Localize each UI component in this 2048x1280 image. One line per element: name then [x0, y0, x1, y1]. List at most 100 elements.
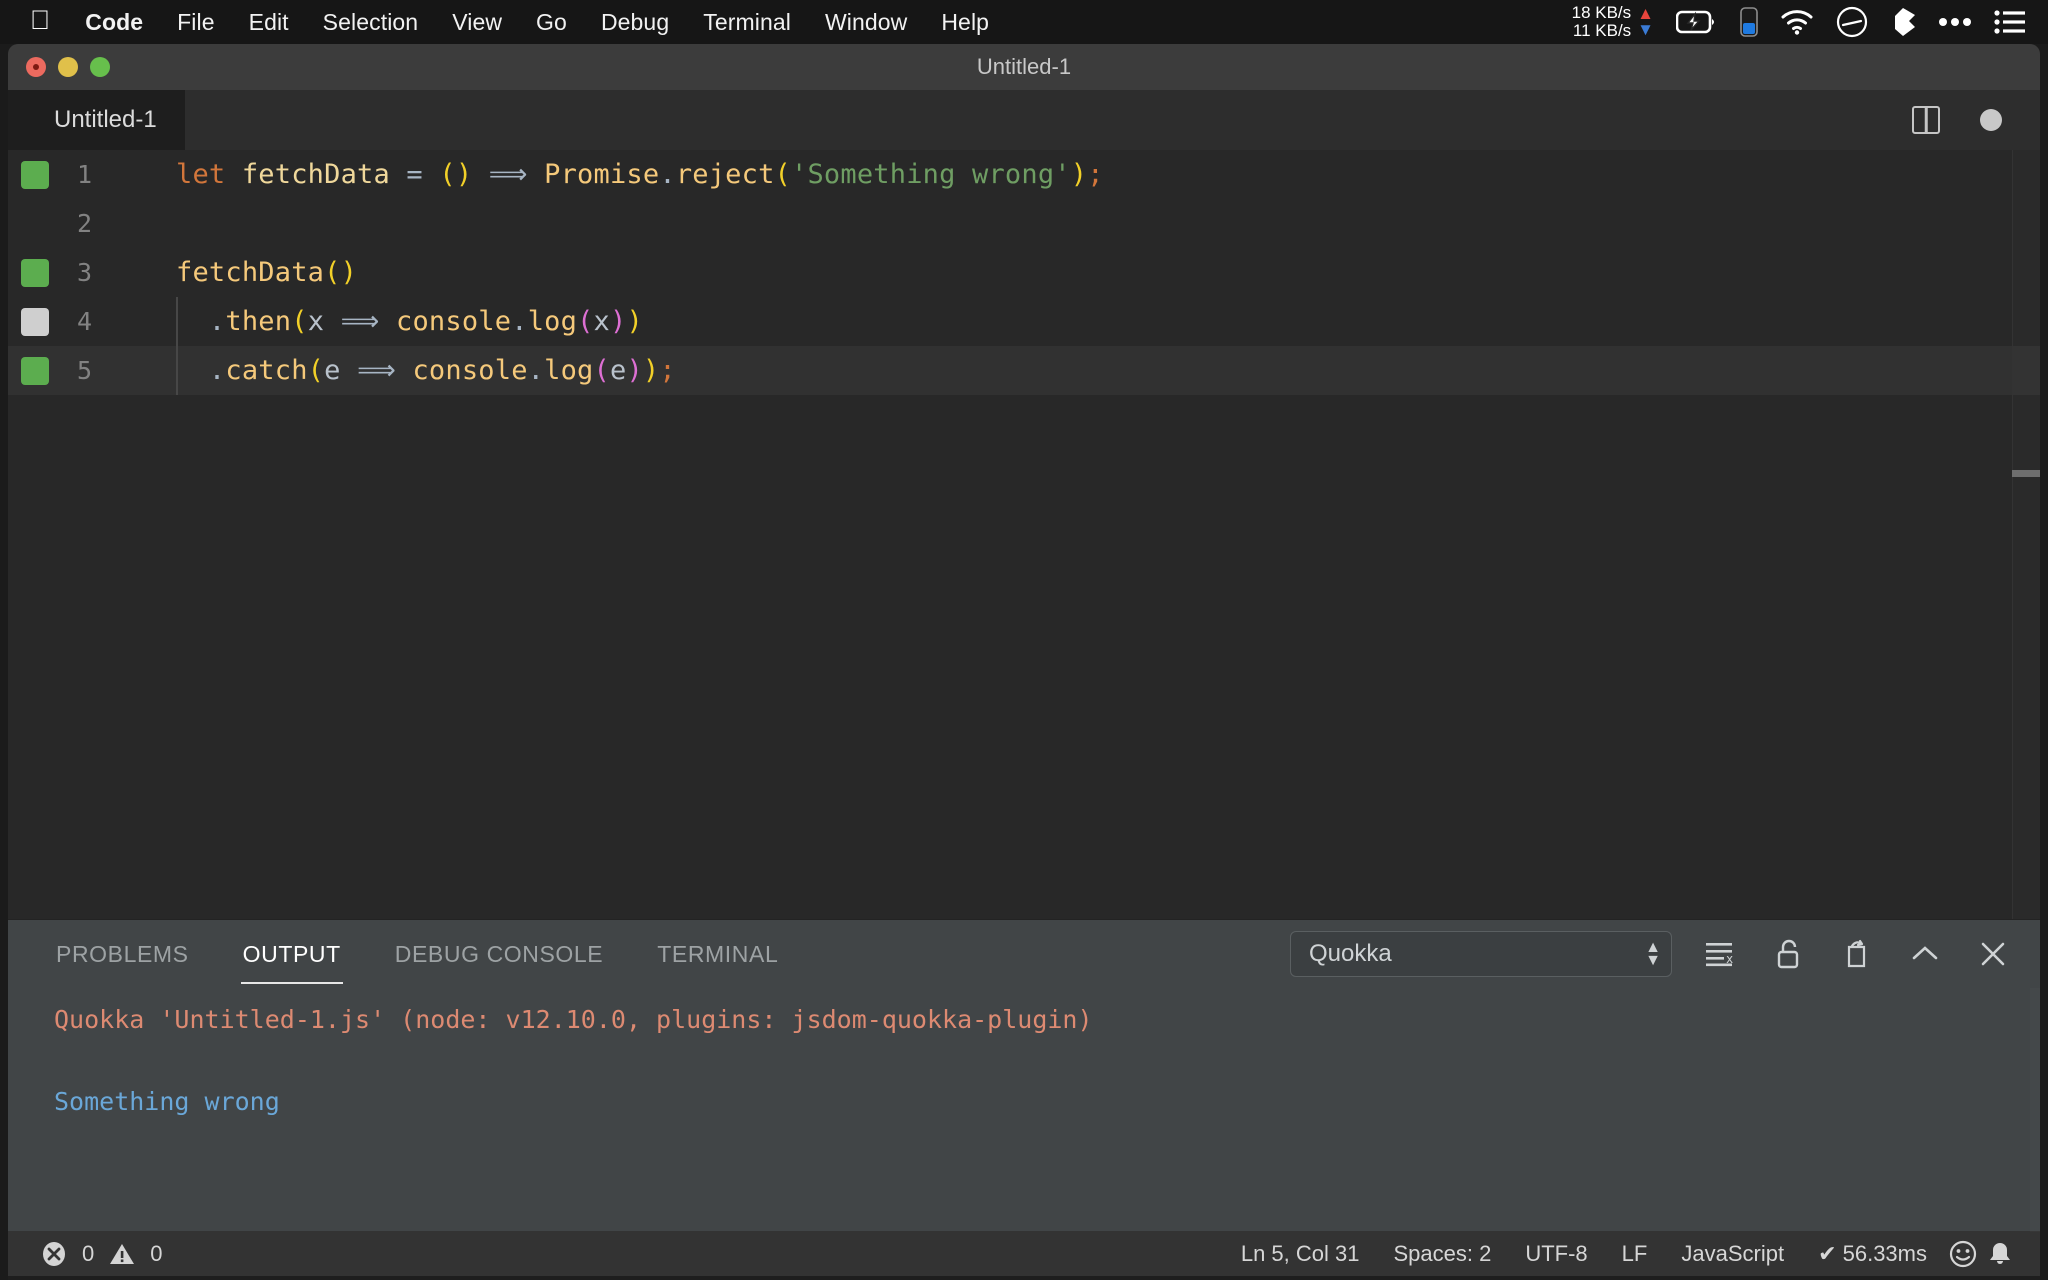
chevron-stepper-icon: ▲ ▼ [1645, 938, 1661, 969]
menu-item-help[interactable]: Help [924, 9, 1006, 36]
code-token: ) [642, 355, 660, 386]
output-channel-select[interactable]: Quokka ▲ ▼ [1290, 931, 1672, 977]
code-token: fetchData [176, 257, 325, 288]
phone-battery-icon[interactable] [1740, 7, 1758, 37]
code-line[interactable]: 5 .catch(e ⟹ console.log(e)); [8, 346, 2040, 395]
line-number: 2 [76, 209, 92, 238]
status-bar: 0 0 Ln 5, Col 31 Spaces: 2 UTF-8 LF Java… [8, 1231, 2040, 1276]
code-token: . [511, 306, 528, 337]
code-lines: 1 let fetchData = () ⟹ Promise.reject('So… [8, 150, 2040, 395]
tab-problems[interactable]: PROBLEMS [54, 933, 191, 976]
code-line-text: .catch(e ⟹ console.log(e)); [118, 355, 676, 386]
code-line[interactable]: 1 let fetchData = () ⟹ Promise.reject('So… [8, 150, 2040, 199]
editor-tab-untitled-1[interactable]: Untitled-1 [8, 90, 185, 150]
speedometer-icon[interactable] [1836, 6, 1868, 38]
indentation-setting[interactable]: Spaces: 2 [1376, 1241, 1508, 1267]
menu-item-edit[interactable]: Edit [232, 9, 306, 36]
lock-scroll-icon[interactable] [1770, 935, 1808, 973]
code-editor[interactable]: 1 let fetchData = () ⟹ Promise.reject('So… [8, 150, 2040, 919]
download-speed: 11 KB/s [1572, 21, 1632, 40]
smiley-icon[interactable] [1944, 1240, 1982, 1268]
code-line-text: .then(x ⟹ console.log(x)) [118, 306, 643, 337]
split-editor-icon[interactable] [1912, 106, 1940, 134]
error-circle-icon[interactable] [36, 1241, 72, 1267]
dropbox-icon[interactable] [1890, 7, 1916, 37]
code-token: . [208, 355, 226, 386]
code-token: then [225, 306, 292, 337]
menu-item-terminal[interactable]: Terminal [686, 9, 808, 36]
code-token: catch [225, 355, 308, 386]
quokka-run-time[interactable]: ✔ 56.33ms [1801, 1241, 1944, 1267]
code-token: . [208, 306, 226, 337]
editor-actions [1912, 106, 2040, 134]
tab-terminal[interactable]: TERMINAL [655, 933, 780, 976]
error-count[interactable]: 0 [82, 1241, 94, 1267]
code-token: ; [659, 355, 676, 386]
panel-header: PROBLEMS OUTPUT DEBUG CONSOLE TERMINAL Q… [8, 920, 2040, 988]
close-panel-icon[interactable] [1974, 935, 2012, 973]
battery-charging-icon[interactable] [1676, 10, 1718, 34]
code-token: log [527, 306, 578, 337]
coverage-indicator-square[interactable] [21, 356, 49, 385]
warning-triangle-icon[interactable] [104, 1241, 140, 1267]
menu-item-window[interactable]: Window [808, 9, 924, 36]
wifi-icon[interactable] [1780, 9, 1814, 35]
code-token: fetchData [241, 159, 390, 190]
language-mode[interactable]: JavaScript [1664, 1241, 1801, 1267]
menu-item-code[interactable]: Code [68, 9, 160, 36]
menu-item-file[interactable]: File [160, 9, 231, 36]
panel-scrollbar[interactable] [2030, 988, 2040, 1232]
menu-item-view[interactable]: View [435, 9, 519, 36]
scrollbar-thumb[interactable] [2012, 470, 2040, 477]
coverage-indicator-square[interactable] [21, 160, 49, 189]
menu-item-go[interactable]: Go [519, 9, 584, 36]
code-token: ⟹ [340, 306, 380, 337]
code-line[interactable]: 2 [8, 199, 2040, 248]
code-token: ) [626, 355, 643, 386]
code-token: . [527, 355, 545, 386]
editor-vertical-scrollbar[interactable] [2012, 150, 2040, 919]
code-token: ) [626, 306, 643, 337]
network-speed-indicator[interactable]: 18 KB/s 11 KB/s ▲ ▼ [1572, 4, 1654, 40]
eol-setting[interactable]: LF [1605, 1241, 1665, 1267]
code-token: 'Something wrong' [791, 159, 1071, 190]
coverage-indicator-square[interactable] [21, 307, 49, 336]
tab-debug-console[interactable]: DEBUG CONSOLE [393, 933, 605, 976]
menu-item-selection[interactable]: Selection [306, 9, 436, 36]
code-line[interactable]: 3 fetchData() [8, 248, 2040, 297]
clear-output-icon[interactable]: x [1702, 935, 1740, 973]
output-content[interactable]: Quokka 'Untitled-1.js' (node: v12.10.0, … [8, 988, 2040, 1121]
cursor-position[interactable]: Ln 5, Col 31 [1224, 1241, 1377, 1267]
control-center-list-icon[interactable] [1994, 9, 2026, 35]
code-token: e [324, 355, 341, 386]
code-token: ( [307, 355, 325, 386]
code-token: ) [1070, 159, 1088, 190]
code-token: ( [291, 306, 308, 337]
code-token: ⟹ [488, 159, 528, 190]
code-token: e [609, 355, 627, 386]
open-in-editor-icon[interactable] [1838, 935, 1876, 973]
download-arrow-icon: ▼ [1637, 20, 1654, 39]
unsaved-changes-dot[interactable] [1980, 109, 2002, 131]
bell-icon[interactable] [1982, 1240, 2018, 1268]
menu-bar-tray: 18 KB/s 11 KB/s ▲ ▼ [1572, 0, 2048, 44]
bottom-panel: PROBLEMS OUTPUT DEBUG CONSOLE TERMINAL Q… [8, 919, 2040, 1231]
code-token: . [659, 159, 676, 190]
tab-output[interactable]: OUTPUT [240, 933, 343, 984]
output-blank-line [54, 1038, 2040, 1084]
menu-bar-items:  Code File Edit Selection View Go Debug… [0, 0, 1006, 44]
maximize-panel-icon[interactable] [1906, 935, 1944, 973]
menu-item-debug[interactable]: Debug [584, 9, 686, 36]
ellipsis-icon[interactable] [1938, 17, 1972, 27]
warning-count[interactable]: 0 [150, 1241, 162, 1267]
editor-tab-label: Untitled-1 [54, 106, 157, 133]
apple-logo-icon[interactable]:  [0, 6, 68, 34]
editor-tab-strip: Untitled-1 [8, 90, 2040, 150]
encoding-setting[interactable]: UTF-8 [1508, 1241, 1604, 1267]
coverage-indicator-square[interactable] [21, 258, 49, 287]
output-channel-value: Quokka [1309, 940, 1392, 967]
code-line[interactable]: 4 .then(x ⟹ console.log(x)) [8, 297, 2040, 346]
